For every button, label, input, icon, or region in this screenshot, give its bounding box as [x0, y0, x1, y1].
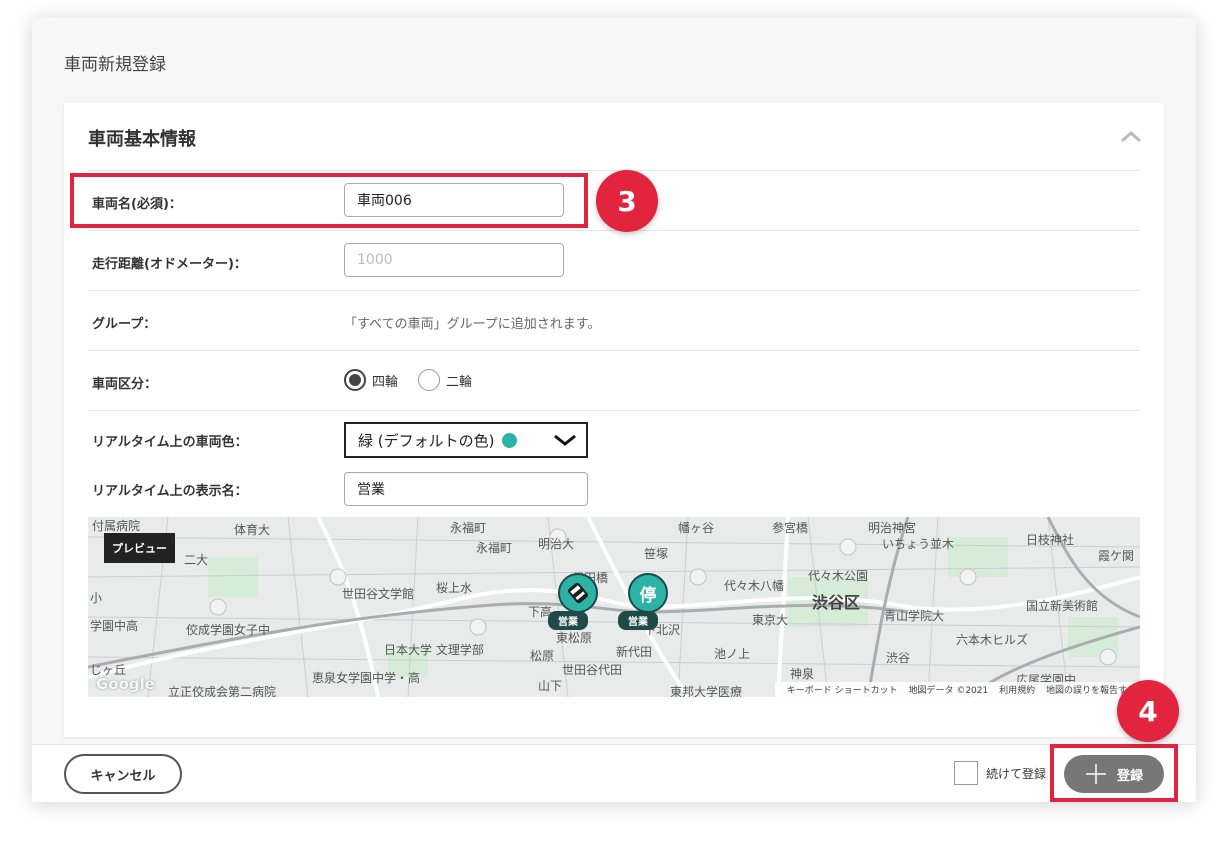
- map-label: 世田谷代田: [562, 663, 623, 677]
- map-label: 桜上水: [436, 581, 473, 595]
- map-label: 体育大: [234, 523, 271, 537]
- map-label: 笹塚: [644, 547, 669, 561]
- map-label: 代々木公園: [808, 569, 869, 583]
- map-label: 青山学院大: [884, 609, 945, 623]
- map-label: 世田谷文学館: [342, 587, 415, 601]
- color-swatch: [502, 432, 518, 448]
- map-label: 明治大: [538, 537, 575, 551]
- color-label: リアルタイム上の車両色：: [92, 435, 248, 450]
- continue-register-checkbox[interactable]: 続けて登録: [954, 761, 1046, 785]
- dialog-footer: キャンセル 続けて登録 登録: [32, 744, 1196, 802]
- odometer-label: 走行距離(オドメーター)：: [92, 257, 247, 272]
- map-label: 国立新美術館: [1026, 599, 1099, 613]
- vehicle-marker[interactable]: [558, 573, 598, 613]
- group-label: グループ：: [92, 317, 157, 332]
- radio-unchecked-icon: [418, 369, 440, 391]
- map-label: 永福町: [450, 521, 487, 535]
- map-preview[interactable]: プレビュー 付属病院 体育大 二大 小 学園中高 佼成学園女子中 じヶ丘 立正佼…: [88, 517, 1140, 697]
- map-label: 池ノ上: [714, 647, 751, 661]
- group-info-text: 「すべての車両」グループに追加されます。: [344, 317, 601, 332]
- chevron-down-icon: [554, 434, 576, 446]
- map-label: 二大: [184, 553, 209, 567]
- map-label: 幡ヶ谷: [678, 521, 715, 535]
- map-label: 神泉: [790, 667, 815, 681]
- google-logo: Google: [96, 675, 155, 693]
- field-row-category: 車両区分： 四輪 二輪: [88, 350, 1140, 410]
- vehicle-color-value: 緑 (デフォルトの色): [358, 431, 495, 450]
- terms-link[interactable]: 利用規約: [999, 686, 1035, 696]
- field-row-display-name: リアルタイム上の表示名：: [88, 460, 1140, 510]
- field-row-odometer: 走行距離(オドメーター)：: [88, 230, 1140, 290]
- vehicle-marker-tag: 営業: [548, 611, 588, 630]
- map-data-text: 地図データ ©2021: [908, 686, 989, 696]
- vehicle-registration-dialog: 車両新規登録 車両基本情報 車両名(必須)： 走行距離(オドメーター)： グルー…: [32, 18, 1196, 802]
- map-label: いちょう並木: [882, 537, 955, 551]
- display-name-input[interactable]: [344, 472, 588, 506]
- map-label: 松原: [530, 649, 555, 663]
- radio-checked-icon: [344, 369, 366, 391]
- map-label: 永福町: [476, 541, 513, 555]
- step-3-badge: 3: [596, 170, 658, 232]
- vehicle-color-select[interactable]: 緑 (デフォルトの色): [344, 422, 588, 458]
- map-label: 新代田: [616, 645, 653, 659]
- radio-two-wheel[interactable]: 二輪: [418, 369, 472, 391]
- field-row-color: リアルタイム上の車両色： 緑 (デフォルトの色): [88, 410, 1140, 460]
- stopped-marker[interactable]: 停: [628, 573, 668, 613]
- map-label-district: 渋谷区: [812, 593, 861, 612]
- map-label: 参宮橋: [772, 521, 809, 535]
- stopped-marker-glyph: 停: [639, 585, 657, 606]
- display-name-label: リアルタイム上の表示名：: [92, 484, 248, 499]
- map-label: 東邦大学医療: [670, 685, 743, 697]
- map-label: 佼成学園女子中: [186, 623, 271, 637]
- map-label: 渋谷: [886, 651, 911, 665]
- map-attribution: キーボード ショートカット 地図データ ©2021 利用規約 地図の誤りを報告す…: [774, 682, 1140, 697]
- radio-two-wheel-label: 二輪: [446, 374, 473, 390]
- stopped-marker-tag: 営業: [618, 611, 658, 630]
- map-label: 六本木ヒルズ: [956, 633, 1029, 647]
- map-label: 明治神宮: [868, 521, 917, 535]
- map-label: 付属病院: [92, 519, 141, 533]
- map-label: 霞ケ関: [1098, 549, 1135, 563]
- map-label: 東松原: [556, 631, 593, 645]
- field-row-group: グループ： 「すべての車両」グループに追加されます。: [88, 290, 1140, 350]
- category-label: 車両区分：: [92, 377, 158, 392]
- highlight-box-name-field: [70, 173, 588, 228]
- radio-four-wheel[interactable]: 四輪: [344, 369, 398, 391]
- preview-badge: プレビュー: [104, 533, 175, 563]
- map-label: 日枝神社: [1026, 533, 1075, 547]
- continue-register-label: 続けて登録: [986, 766, 1047, 781]
- map-label: 代々木八幡: [724, 579, 785, 593]
- radio-four-wheel-label: 四輪: [372, 374, 399, 390]
- map-label: 恵泉女学園中学・高: [312, 671, 421, 685]
- car-icon: [568, 582, 588, 604]
- checkbox-icon[interactable]: [954, 761, 978, 785]
- map-label: 立正佼成会第二病院: [168, 685, 277, 697]
- map-label: 東京大: [752, 613, 789, 627]
- highlight-box-register: [1050, 744, 1178, 802]
- dialog-title: 車両新規登録: [64, 55, 166, 75]
- map-label: 学園中高: [90, 619, 139, 633]
- odometer-input[interactable]: [344, 243, 564, 277]
- section-title: 車両基本情報: [88, 129, 196, 150]
- map-label: 日本大学 文理学部: [384, 643, 484, 657]
- map-label: 山下: [538, 679, 563, 693]
- map-label: 小: [90, 591, 103, 605]
- keyboard-shortcuts-link[interactable]: キーボード ショートカット: [787, 686, 898, 696]
- step-4-badge: 4: [1117, 680, 1179, 742]
- cancel-button[interactable]: キャンセル: [64, 754, 182, 794]
- chevron-up-icon[interactable]: [1120, 129, 1142, 143]
